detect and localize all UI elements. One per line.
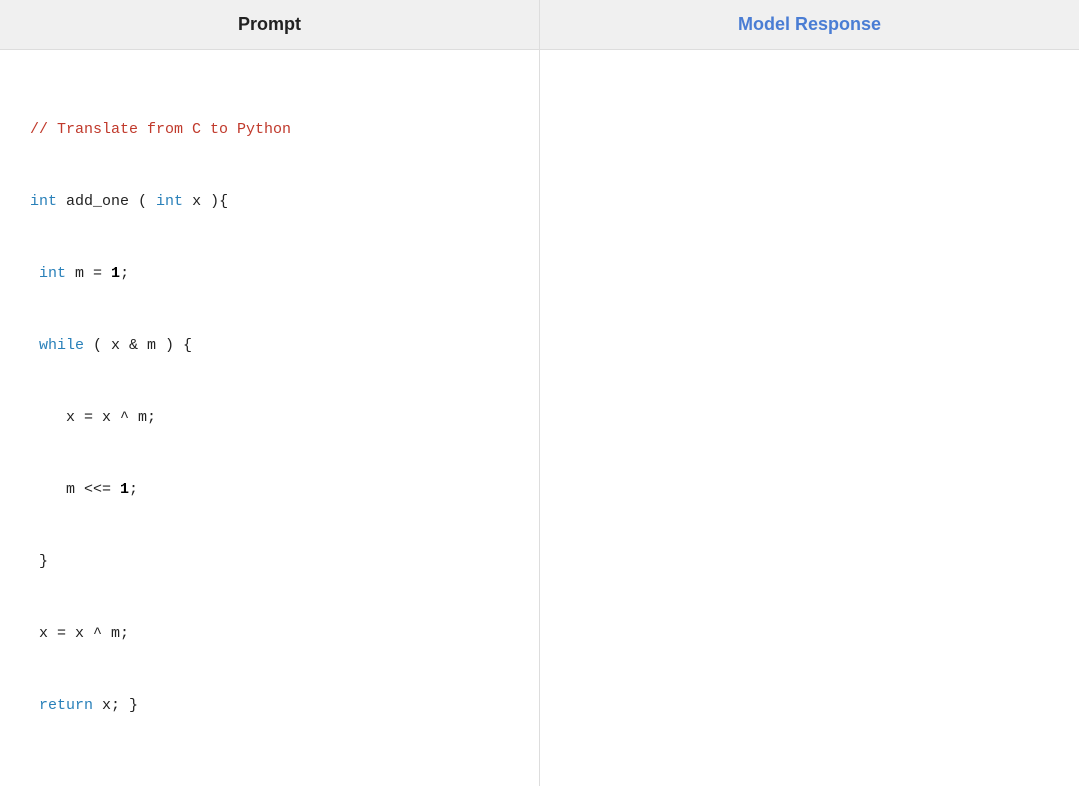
- keyword-int-3: int: [39, 265, 66, 282]
- model-response-tab[interactable]: Model Response: [540, 0, 1079, 49]
- comment-text: // Translate from C to Python: [30, 121, 291, 138]
- keyword-int-2: int: [156, 193, 183, 210]
- prompt-tab[interactable]: Prompt: [0, 0, 540, 49]
- code-line-4: while ( x & m ) {: [30, 334, 519, 358]
- keyword-while: while: [39, 337, 84, 354]
- code-line-9: return x; }: [30, 694, 519, 718]
- code-line-6: m <<= 1;: [30, 478, 519, 502]
- prompt-panel: // Translate from C to Python int add_on…: [0, 50, 540, 786]
- plain-indent-2: [30, 337, 39, 354]
- plain-text-2: x ){: [183, 193, 228, 210]
- plain-semi-1: ;: [120, 265, 129, 282]
- plain-indent-1: [30, 265, 39, 282]
- keyword-return: return: [39, 697, 93, 714]
- code-line-5: x = x ^ m;: [30, 406, 519, 430]
- keyword-int-1: int: [30, 193, 57, 210]
- code-line-3: int m = 1;: [30, 262, 519, 286]
- plain-text-9: x; }: [93, 697, 138, 714]
- plain-text-4: ( x & m ) {: [84, 337, 192, 354]
- bold-num-1: 1: [111, 265, 120, 282]
- prompt-tab-label: Prompt: [238, 14, 301, 34]
- header-bar: Prompt Model Response: [0, 0, 1079, 50]
- plain-text-5: x = x ^ m;: [30, 409, 156, 426]
- bold-num-2: 1: [120, 481, 129, 498]
- plain-text-6: m <<=: [30, 481, 120, 498]
- plain-semi-2: ;: [129, 481, 138, 498]
- app-container: Prompt Model Response // Translate from …: [0, 0, 1079, 786]
- code-line-7: }: [30, 550, 519, 574]
- plain-text-8: x = x ^ m;: [30, 625, 129, 642]
- plain-text-1: add_one (: [57, 193, 156, 210]
- plain-text-3: m =: [66, 265, 111, 282]
- response-panel: [540, 50, 1079, 786]
- code-line-2: int add_one ( int x ){: [30, 190, 519, 214]
- code-block: // Translate from C to Python int add_on…: [30, 70, 519, 766]
- plain-indent-3: [30, 697, 39, 714]
- main-content: // Translate from C to Python int add_on…: [0, 50, 1079, 786]
- code-line-1: // Translate from C to Python: [30, 118, 519, 142]
- model-response-tab-label: Model Response: [738, 14, 881, 34]
- code-line-8: x = x ^ m;: [30, 622, 519, 646]
- plain-text-7: }: [30, 553, 48, 570]
